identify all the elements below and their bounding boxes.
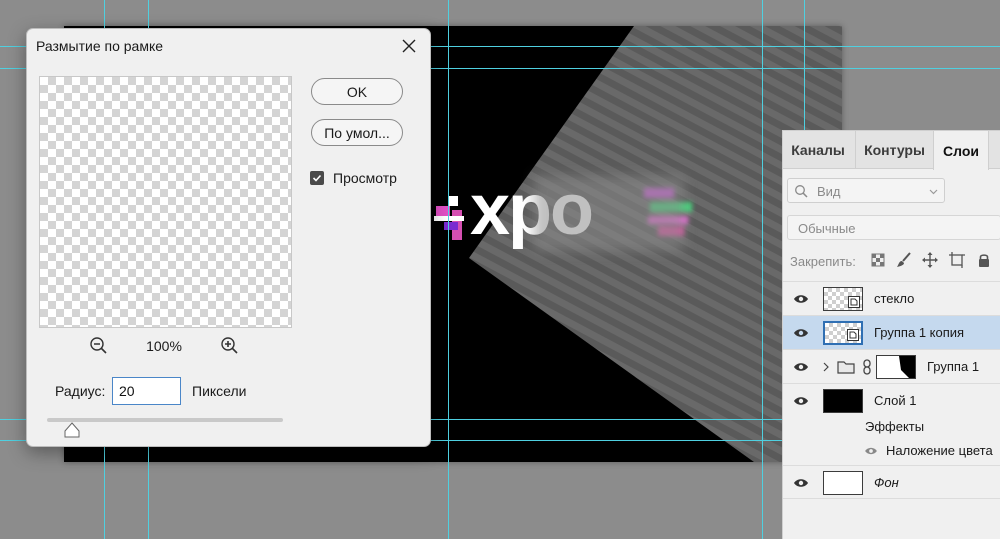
zoom-in-icon bbox=[221, 337, 238, 354]
folder-icon bbox=[837, 361, 855, 374]
layer-row-group-1-copy[interactable]: Группа 1 копия bbox=[783, 315, 1000, 349]
layer-thumbnail bbox=[823, 389, 863, 413]
close-icon bbox=[402, 39, 416, 53]
effect-color-overlay[interactable]: Наложение цвета bbox=[886, 443, 993, 458]
lock-label: Закрепить: bbox=[790, 254, 856, 269]
eye-icon[interactable] bbox=[864, 446, 878, 456]
layer-name: Группа 1 копия bbox=[874, 325, 965, 340]
eye-icon[interactable] bbox=[793, 477, 809, 489]
zoom-out-button[interactable] bbox=[89, 336, 109, 356]
canvas-text-blur-overlay bbox=[534, 176, 684, 251]
layer-row-background[interactable]: Фон bbox=[783, 465, 1000, 499]
layer-row-layer-1[interactable]: Слой 1 Эффекты Наложение цвета bbox=[783, 383, 1000, 467]
tab-channels[interactable]: Каналы bbox=[783, 131, 853, 169]
filter-label: Вид bbox=[817, 184, 841, 199]
checkmark-icon bbox=[312, 174, 322, 182]
zoom-out-icon bbox=[90, 337, 107, 354]
link-icon bbox=[863, 359, 871, 375]
panel-tabbar: Каналы Контуры Слои bbox=[783, 131, 1000, 170]
layer-thumbnail bbox=[823, 287, 863, 311]
close-button[interactable] bbox=[398, 35, 420, 57]
search-icon bbox=[795, 185, 808, 198]
radius-slider-track[interactable] bbox=[47, 418, 283, 422]
move-icon[interactable] bbox=[922, 252, 938, 268]
layer-name: Группа 1 bbox=[927, 359, 980, 374]
layer-name: Слой 1 bbox=[874, 393, 917, 408]
tab-layers[interactable]: Слои bbox=[933, 131, 989, 170]
eye-icon[interactable] bbox=[793, 395, 809, 407]
effects-label: Эффекты bbox=[865, 419, 925, 434]
smart-object-icon bbox=[847, 329, 859, 341]
box-blur-dialog: Размытие по рамке 100% Радиус: Пиксели O… bbox=[26, 28, 431, 447]
chevron-down-icon bbox=[929, 189, 938, 195]
zoom-value: 100% bbox=[146, 338, 182, 354]
layer-row-glass[interactable]: стекло bbox=[783, 281, 1000, 315]
lock-icon[interactable] bbox=[976, 252, 992, 268]
radius-input[interactable] bbox=[112, 377, 181, 405]
layer-name: стекло bbox=[874, 291, 915, 306]
slider-thumb-icon bbox=[64, 422, 80, 438]
layer-mask-thumbnail bbox=[876, 355, 916, 379]
eye-icon[interactable] bbox=[793, 327, 809, 339]
blend-mode-select[interactable]: Обычные bbox=[787, 215, 1000, 240]
brush-icon[interactable] bbox=[896, 252, 912, 268]
chevron-right-icon[interactable] bbox=[823, 362, 830, 372]
ok-button[interactable]: OK bbox=[311, 78, 403, 105]
default-button[interactable]: По умол... bbox=[311, 119, 403, 146]
preview-checkbox[interactable] bbox=[310, 171, 324, 185]
zoom-in-button[interactable] bbox=[220, 336, 240, 356]
eye-icon[interactable] bbox=[793, 361, 809, 373]
preview-label: Просмотр bbox=[333, 170, 397, 186]
smart-object-icon bbox=[848, 296, 860, 308]
dialog-title: Размытие по рамке bbox=[36, 38, 164, 54]
layer-row-group-1[interactable]: Группа 1 bbox=[783, 349, 1000, 383]
eye-icon[interactable] bbox=[793, 293, 809, 305]
lock-row: Закрепить: bbox=[783, 249, 1000, 273]
tab-paths[interactable]: Контуры bbox=[855, 131, 933, 169]
lock-transparent-pixels-icon[interactable] bbox=[870, 252, 886, 268]
layer-thumbnail bbox=[823, 471, 863, 495]
layer-thumbnail bbox=[823, 321, 863, 345]
guide-vertical bbox=[448, 0, 449, 539]
radius-label: Радиус: bbox=[55, 383, 106, 399]
guide-vertical bbox=[762, 0, 763, 539]
blend-mode-value: Обычные bbox=[798, 221, 856, 236]
radius-unit: Пиксели bbox=[192, 383, 247, 399]
preview-area[interactable] bbox=[39, 76, 292, 328]
layer-filter-select[interactable]: Вид bbox=[787, 178, 945, 203]
layers-panel: Каналы Контуры Слои Вид Обычные Закрепит… bbox=[782, 130, 1000, 539]
artboard-icon[interactable] bbox=[949, 252, 965, 268]
radius-slider-thumb[interactable] bbox=[64, 422, 80, 438]
layer-name: Фон bbox=[874, 475, 899, 490]
